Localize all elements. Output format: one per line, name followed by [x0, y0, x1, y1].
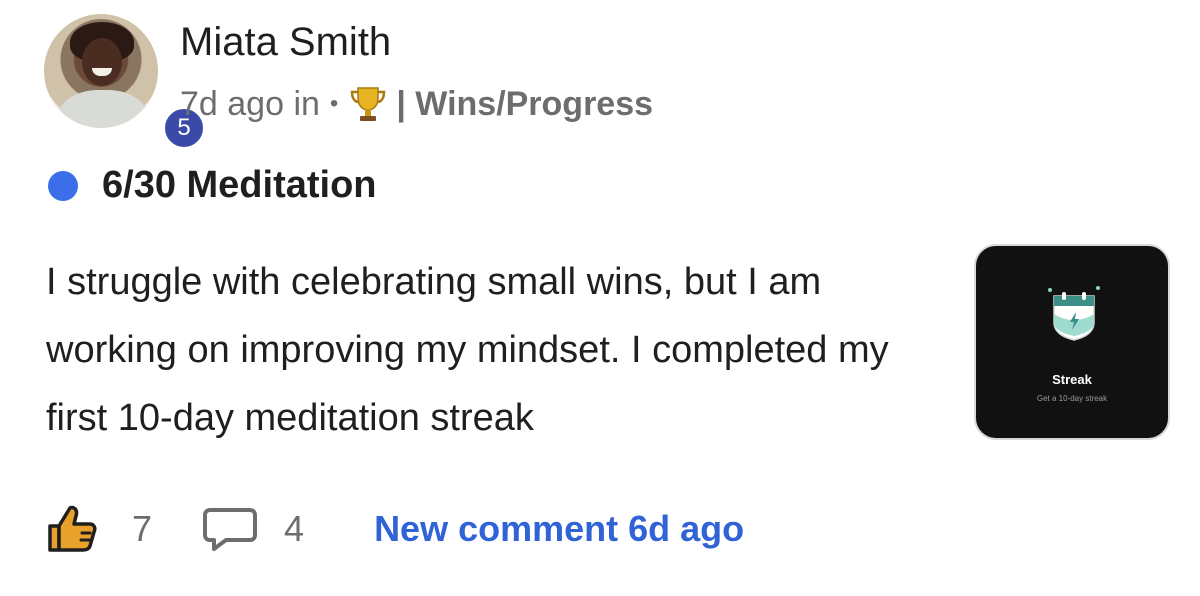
trophy-icon [348, 84, 388, 124]
post-actions: 7 4 New comment 6d ago [46, 504, 744, 554]
comment-count: 4 [284, 508, 305, 549]
meta-separator: • [329, 90, 339, 117]
author-avatar-container[interactable]: 5 [44, 14, 206, 150]
calendar-lightning-icon [1046, 282, 1102, 347]
like-count: 7 [132, 508, 153, 549]
post-title-row[interactable]: 6/30 Meditation [48, 164, 377, 207]
author-name[interactable]: Miata Smith [180, 20, 391, 65]
attachment-subtitle: Get a 10-day streak [1036, 394, 1108, 403]
attachment-title: Streak [1052, 372, 1092, 387]
attachment-thumbnail[interactable]: Streak Get a 10-day streak [974, 244, 1170, 440]
post-title[interactable]: 6/30 Meditation [102, 164, 377, 207]
avatar[interactable] [44, 14, 158, 128]
like-icon[interactable] [46, 504, 98, 554]
time-ago: 7d ago in [180, 84, 320, 123]
category-link[interactable]: | Wins/Progress [396, 85, 653, 124]
post-body[interactable]: I struggle with celebrating small wins, … [46, 248, 946, 452]
comment-icon[interactable] [202, 506, 258, 552]
post-meta: 7d ago in • | Wins/Progress [180, 84, 653, 124]
unread-indicator [48, 170, 78, 201]
new-comment-link[interactable]: New comment 6d ago [374, 508, 744, 550]
